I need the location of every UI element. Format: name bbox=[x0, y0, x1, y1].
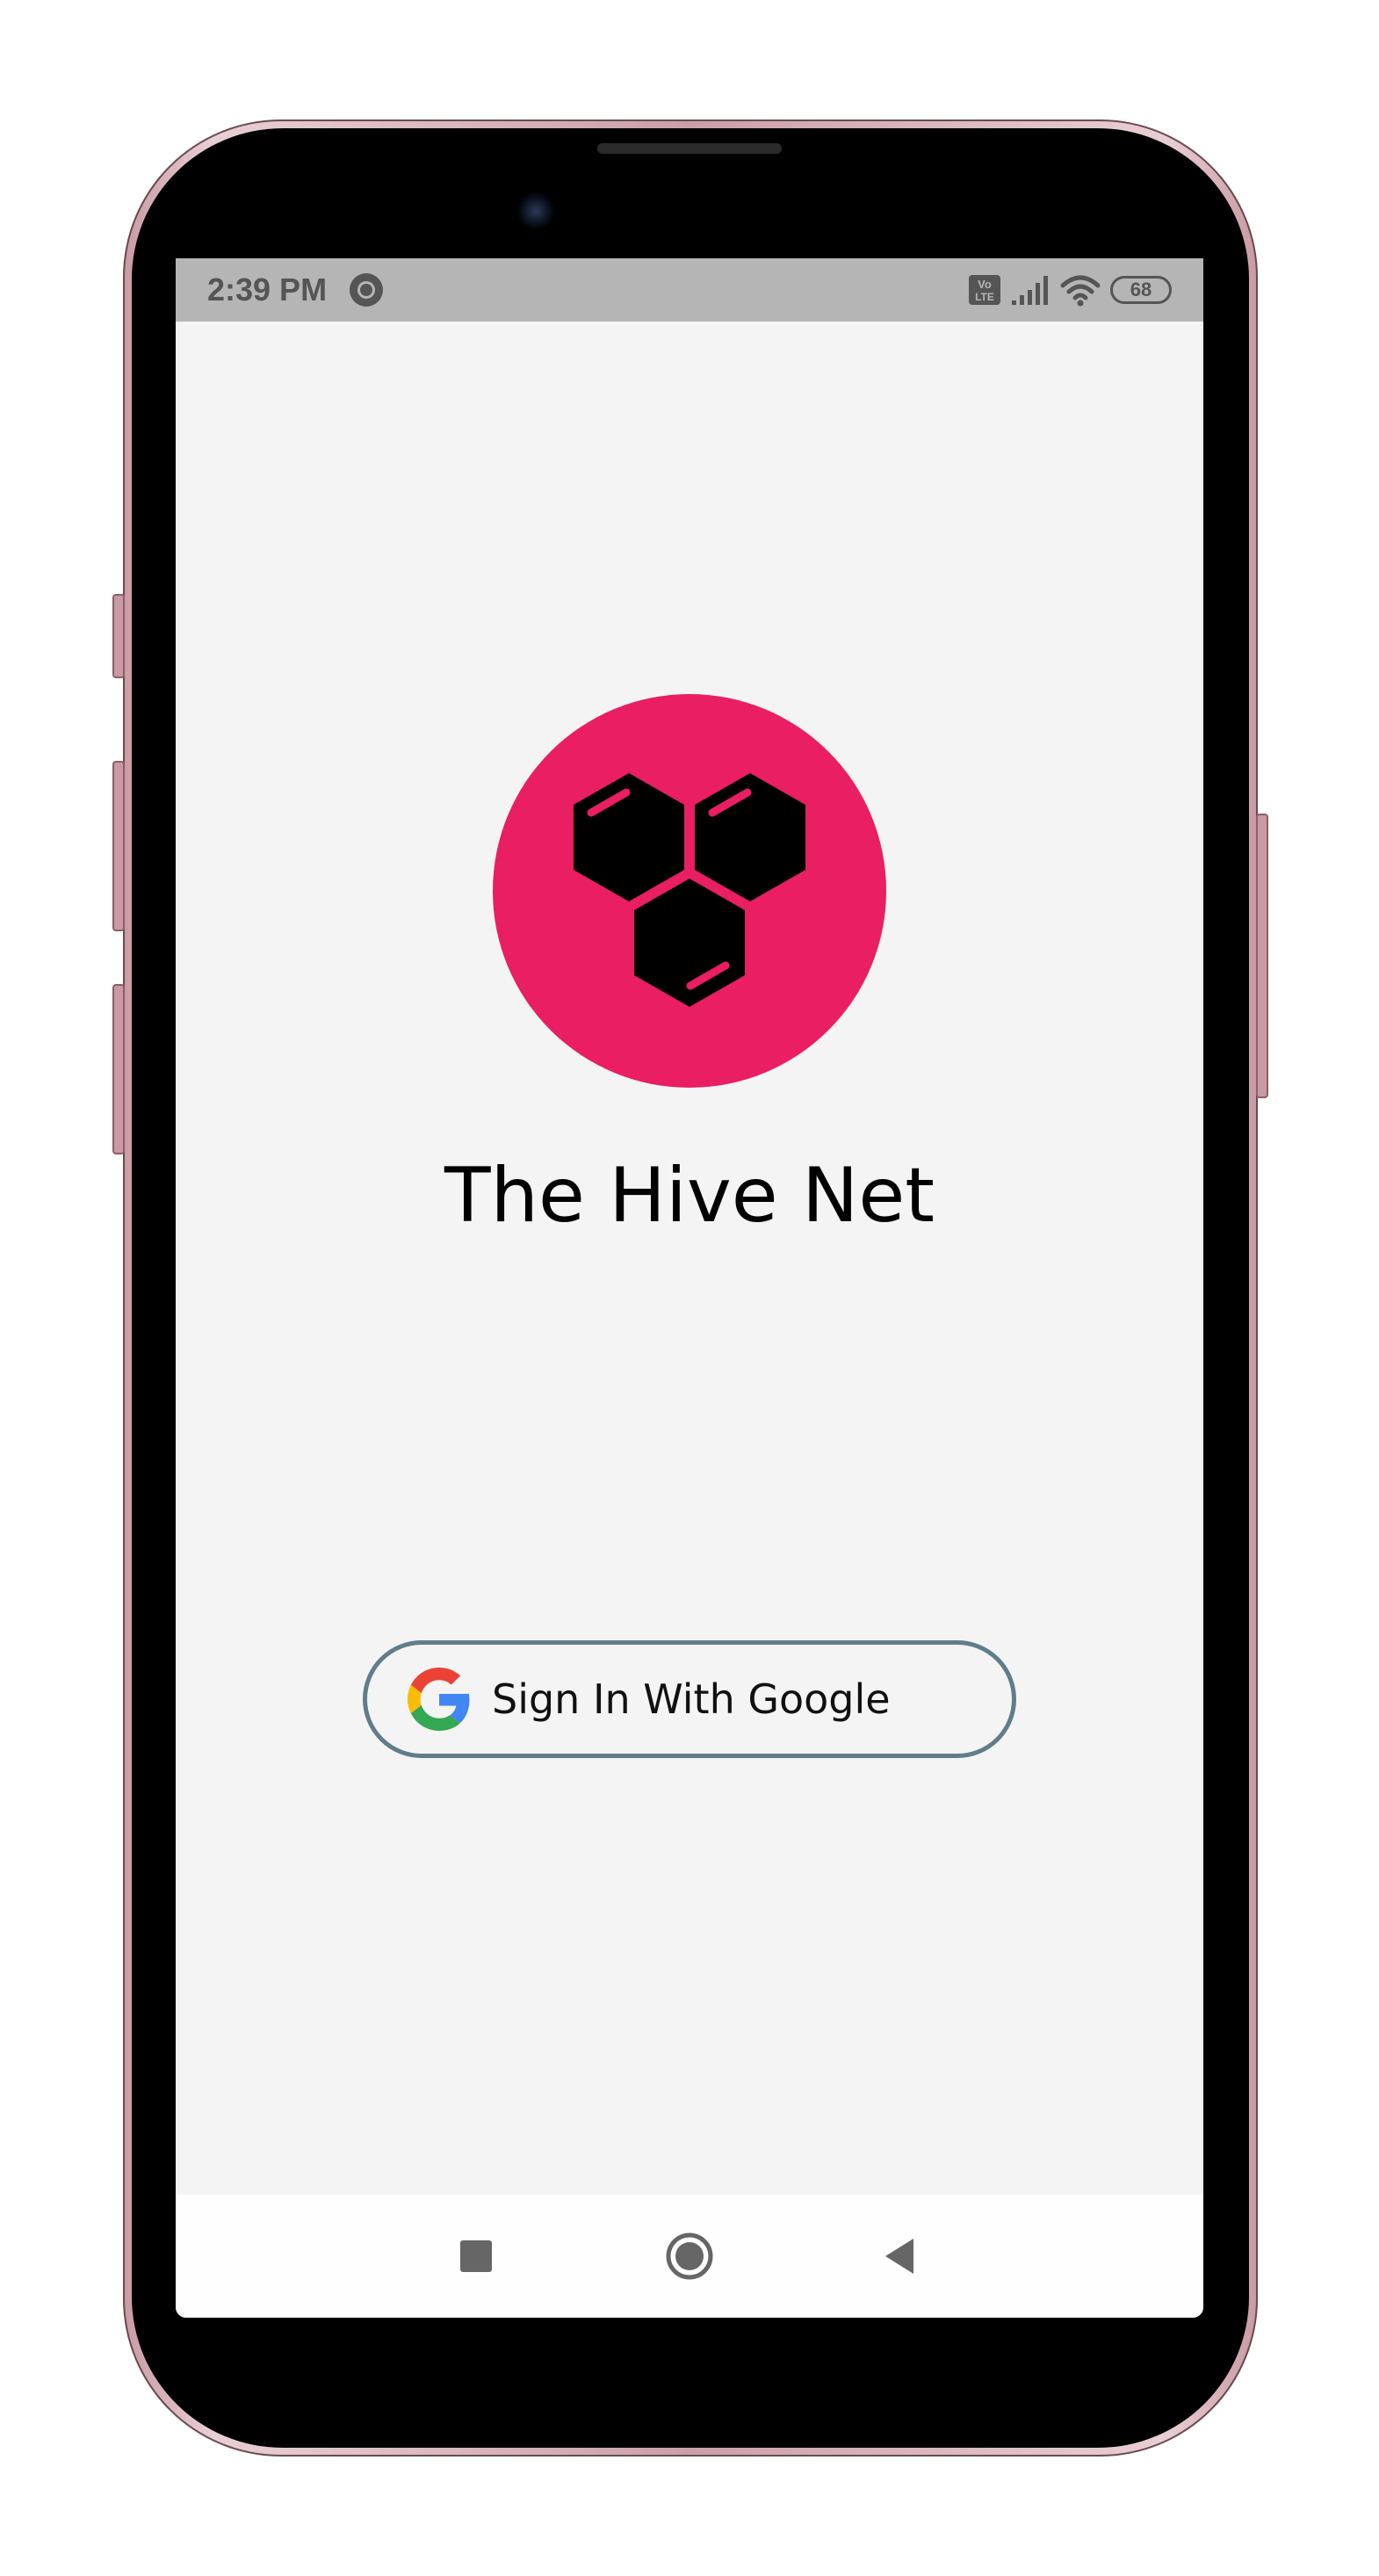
sign-in-label: Sign In With Google bbox=[492, 1675, 891, 1723]
svg-text:LTE: LTE bbox=[975, 291, 994, 303]
back-button[interactable] bbox=[847, 2195, 952, 2318]
battery-level: 68 bbox=[1130, 279, 1152, 300]
sync-indicator-icon bbox=[350, 273, 383, 307]
google-icon bbox=[408, 1668, 470, 1731]
bottom-bezel bbox=[176, 2318, 1203, 2388]
home-circle-icon bbox=[666, 2232, 713, 2280]
side-button-volume-down bbox=[112, 984, 125, 1154]
status-time: 2:39 PM bbox=[207, 271, 328, 308]
battery-icon: 68 bbox=[1110, 276, 1172, 304]
recents-square-icon bbox=[460, 2240, 492, 2272]
side-button-power bbox=[1256, 814, 1268, 1098]
device-mockup: 2:39 PM Vo LTE 68 The Hive Net Sign In W… bbox=[0, 0, 1379, 2576]
app-screen: 2:39 PM Vo LTE 68 The Hive Net Sign In W… bbox=[176, 258, 1203, 2318]
front-camera bbox=[516, 192, 555, 230]
wifi-icon bbox=[1060, 275, 1101, 307]
volte-icon: Vo LTE bbox=[969, 275, 1000, 305]
system-navigation-bar bbox=[176, 2195, 1203, 2318]
side-button-mute bbox=[112, 594, 125, 678]
home-button[interactable] bbox=[637, 2195, 742, 2318]
status-icons: Vo LTE 68 bbox=[968, 269, 1172, 311]
status-bar: 2:39 PM Vo LTE 68 bbox=[176, 258, 1203, 322]
sign-in-with-google-button[interactable]: Sign In With Google bbox=[363, 1640, 1016, 1758]
app-logo bbox=[493, 694, 886, 1088]
hive-hexagons-icon bbox=[574, 773, 805, 1007]
back-triangle-icon bbox=[885, 2239, 913, 2274]
svg-text:Vo: Vo bbox=[978, 278, 992, 291]
signal-icon bbox=[1012, 276, 1048, 305]
earpiece-speaker bbox=[597, 143, 782, 154]
recents-button[interactable] bbox=[423, 2195, 529, 2318]
side-button-volume-up bbox=[112, 761, 125, 931]
app-title: The Hive Net bbox=[444, 1152, 935, 1240]
